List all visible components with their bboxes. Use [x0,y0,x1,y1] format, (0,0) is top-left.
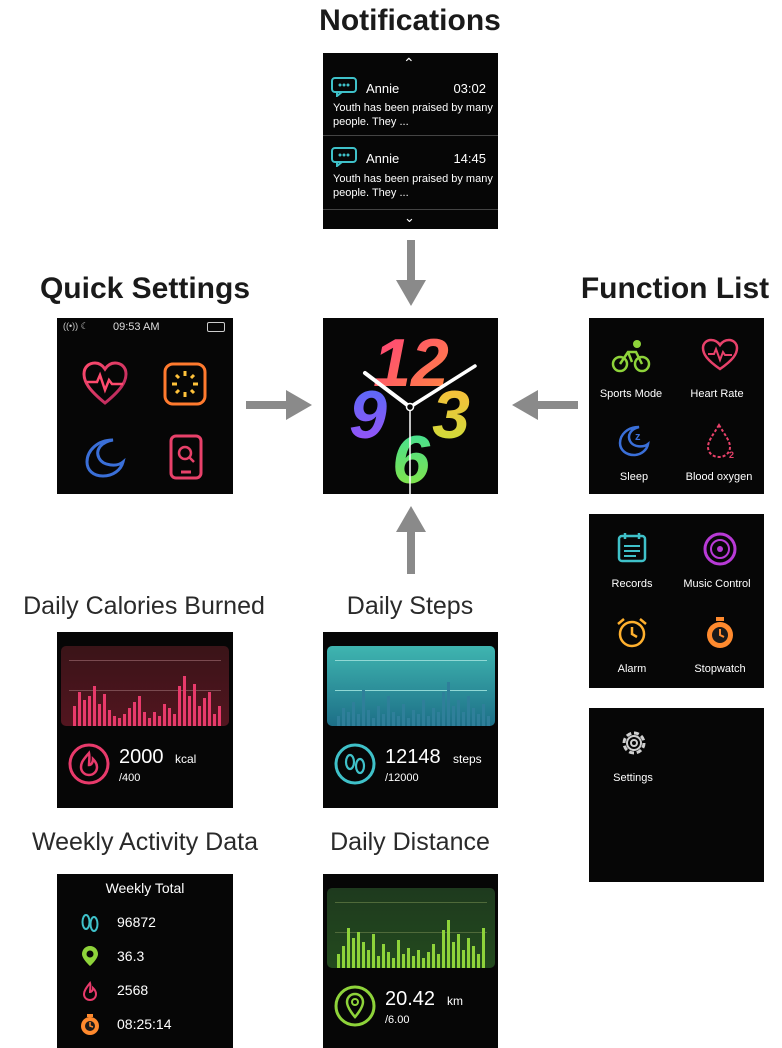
gear-icon[interactable] [617,726,651,760]
message-icon [331,77,357,97]
calories-screen[interactable]: 2000 kcal /400 [57,632,233,808]
music-icon[interactable] [703,532,737,566]
numeral-6: 6 [392,422,431,494]
function-label: Stopwatch [694,663,746,675]
steps-unit: steps [453,752,482,766]
steps-bars [337,670,490,726]
chevron-down-icon[interactable]: ⌄ [404,210,415,226]
function-list-heading: Function List [580,272,770,305]
power-flame-icon [82,980,98,1002]
footprints-icon [81,914,99,932]
function-list-page-3: Settings [589,708,764,882]
function-label: Settings [613,772,653,784]
distance-goal: /6.00 [385,1014,410,1026]
notifications-screen: ⌃ Annie 03:02 Youth has been praised by … [323,53,498,229]
alarm-icon[interactable] [615,616,649,650]
function-list-page-1: Sports Mode Heart Rate z Sleep 2 Blood o… [589,318,764,494]
cycling-icon[interactable] [611,338,651,374]
location-pin-icon [334,985,376,1027]
steps-value: 12148 [385,746,441,768]
function-label: Alarm [617,663,647,675]
svg-text:2: 2 [729,450,734,460]
location-pin-icon [82,946,98,966]
arrow-up-icon [396,506,426,574]
moon-icon[interactable] [83,436,127,480]
notification-text: Youth has been praised by many people. T… [333,173,493,199]
find-phone-icon[interactable] [169,434,203,480]
weekly-activity-screen[interactable]: Weekly Total 96872 36.3 2568 08:25:14 [57,874,233,1048]
distance-caption: Daily Distance [330,828,490,856]
notification-item[interactable]: Annie 14:45 Youth has been praised by ma… [323,141,498,210]
numeral-9: 9 [349,377,387,453]
distance-bars [337,912,485,968]
steps-screen[interactable]: 12148 steps /12000 [323,632,498,808]
notification-sender: Annie [366,81,400,96]
status-icons: ((•)) ☾ [63,321,89,331]
records-icon[interactable] [616,532,648,564]
notification-sender: Annie [366,151,400,166]
weekly-title: Weekly Total [105,880,185,896]
weekly-caption: Weekly Activity Data [31,828,258,856]
calories-unit: kcal [175,752,197,766]
footprints-icon [334,743,376,785]
function-label: Music Control [683,578,751,590]
quick-settings-screen: ((•)) ☾ 09:53 AM [57,318,233,494]
calories-caption: Daily Calories Burned [23,592,265,620]
brightness-icon[interactable] [163,362,207,406]
notification-time: 14:45 [453,151,486,166]
function-label: Blood oxygen [685,471,753,483]
steps-goal: /12000 [385,772,419,784]
battery-icon [207,322,225,332]
calories-bars [73,670,221,726]
function-list-page-2: Records Music Control Alarm Stopwatch [589,514,764,688]
weekly-calories-value: 2568 [117,982,149,998]
blood-oxygen-icon[interactable]: 2 [703,422,739,460]
weekly-steps-value: 96872 [117,914,156,930]
watch-face: 12 9 3 6 [349,325,477,494]
watch-face-screen[interactable]: 12 9 3 6 [323,318,498,494]
arrow-down-icon [396,240,426,306]
message-icon [331,147,357,167]
notifications-heading: Notifications [319,4,501,37]
stopwatch-icon[interactable] [703,616,737,650]
calories-value: 2000 [119,746,164,768]
distance-unit: km [447,994,463,1008]
distance-screen[interactable]: 20.42 km /6.00 [323,874,498,1048]
weekly-distance-value: 36.3 [117,948,145,964]
function-label: Heart Rate [690,388,744,400]
notification-text: Youth has been praised by many people. T… [333,102,493,128]
arrow-right-icon [246,390,312,420]
steps-caption: Daily Steps [346,592,474,620]
distance-value: 20.42 [385,988,436,1010]
sleep-icon[interactable]: z [617,424,651,458]
notification-item[interactable]: Annie 03:02 Youth has been praised by ma… [323,73,498,136]
weekly-time-value: 08:25:14 [117,1016,172,1032]
notification-time: 03:02 [453,81,486,96]
calorie-ring-icon [68,743,110,785]
quick-settings-heading: Quick Settings [39,272,251,305]
stopwatch-icon [81,1014,99,1035]
arrow-left-icon [512,390,578,420]
heart-rate-icon[interactable] [701,338,739,372]
status-time: 09:53 AM [113,321,160,333]
calories-goal: /400 [119,772,141,784]
svg-text:z: z [635,431,641,443]
heart-rate-icon[interactable] [81,360,129,408]
chevron-up-icon[interactable]: ⌃ [403,55,415,72]
